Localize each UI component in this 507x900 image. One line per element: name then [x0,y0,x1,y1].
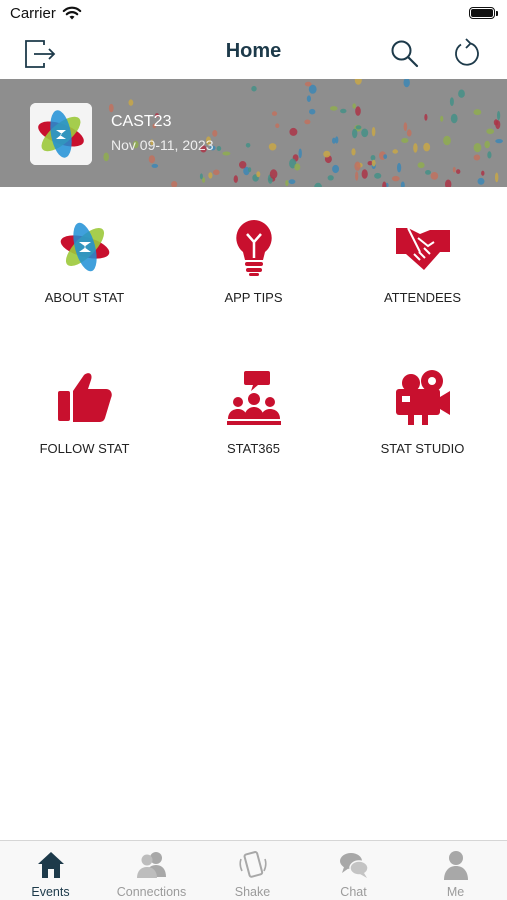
refresh-button[interactable] [451,36,485,70]
handshake-icon [396,227,450,270]
search-icon [391,40,419,68]
cast-logo-icon [30,103,92,165]
thumbs-up-icon [58,373,112,422]
tab-events[interactable]: Events [0,841,101,900]
home-icon [38,852,64,878]
tab-label: Events [31,885,70,899]
event-banner[interactable]: CAST23 Nov 09-11, 2023 [0,79,507,187]
tile-about-stat[interactable]: ABOUT STAT [0,218,169,338]
wifi-icon [62,6,82,20]
chat-bubbles-icon [340,853,369,878]
tile-stat-studio[interactable]: STAT STUDIO [338,369,507,489]
tile-label: APP TIPS [224,290,283,305]
nav-bar: Home [0,28,507,78]
battery-icon [469,7,498,19]
event-dates: Nov 09-11, 2023 [111,137,214,153]
tile-label: STAT STUDIO [380,441,465,456]
tile-label: ATTENDEES [383,290,462,305]
event-logo [30,103,92,165]
tab-connections[interactable]: Connections [101,841,202,900]
tile-label: FOLLOW STAT [39,441,130,456]
person-icon [444,851,468,880]
refresh-icon [455,38,479,66]
tab-me[interactable]: Me [405,841,506,900]
tile-follow-stat[interactable]: FOLLOW STAT [0,369,169,489]
phone-shake-icon [239,851,267,878]
tab-bar: Events Connections Shake Chat Me [0,840,507,900]
carrier-label: Carrier [10,5,56,22]
group-chat-icon [227,371,281,425]
video-camera-icon [396,370,450,425]
tab-label: Connections [116,885,187,899]
page-title: Home [225,40,282,62]
status-bar: Carrier [0,0,507,28]
search-button[interactable] [387,36,421,70]
logout-icon [25,40,56,68]
tab-label: Chat [340,885,367,899]
tab-label: Shake [234,885,271,899]
tile-label: STAT365 [227,441,280,456]
lightbulb-icon [236,220,272,276]
tile-app-tips[interactable]: APP TIPS [169,218,338,338]
event-name: CAST23 [111,113,172,130]
tab-shake[interactable]: Shake [202,841,303,900]
logout-button[interactable] [22,36,56,70]
tile-stat365[interactable]: STAT365 [169,369,338,489]
tile-label: ABOUT STAT [44,290,125,305]
people-icon [137,852,166,878]
tab-chat[interactable]: Chat [303,841,404,900]
stat-logo-icon [60,222,110,272]
tile-attendees[interactable]: ATTENDEES [338,218,507,338]
tab-label: Me [446,885,465,899]
